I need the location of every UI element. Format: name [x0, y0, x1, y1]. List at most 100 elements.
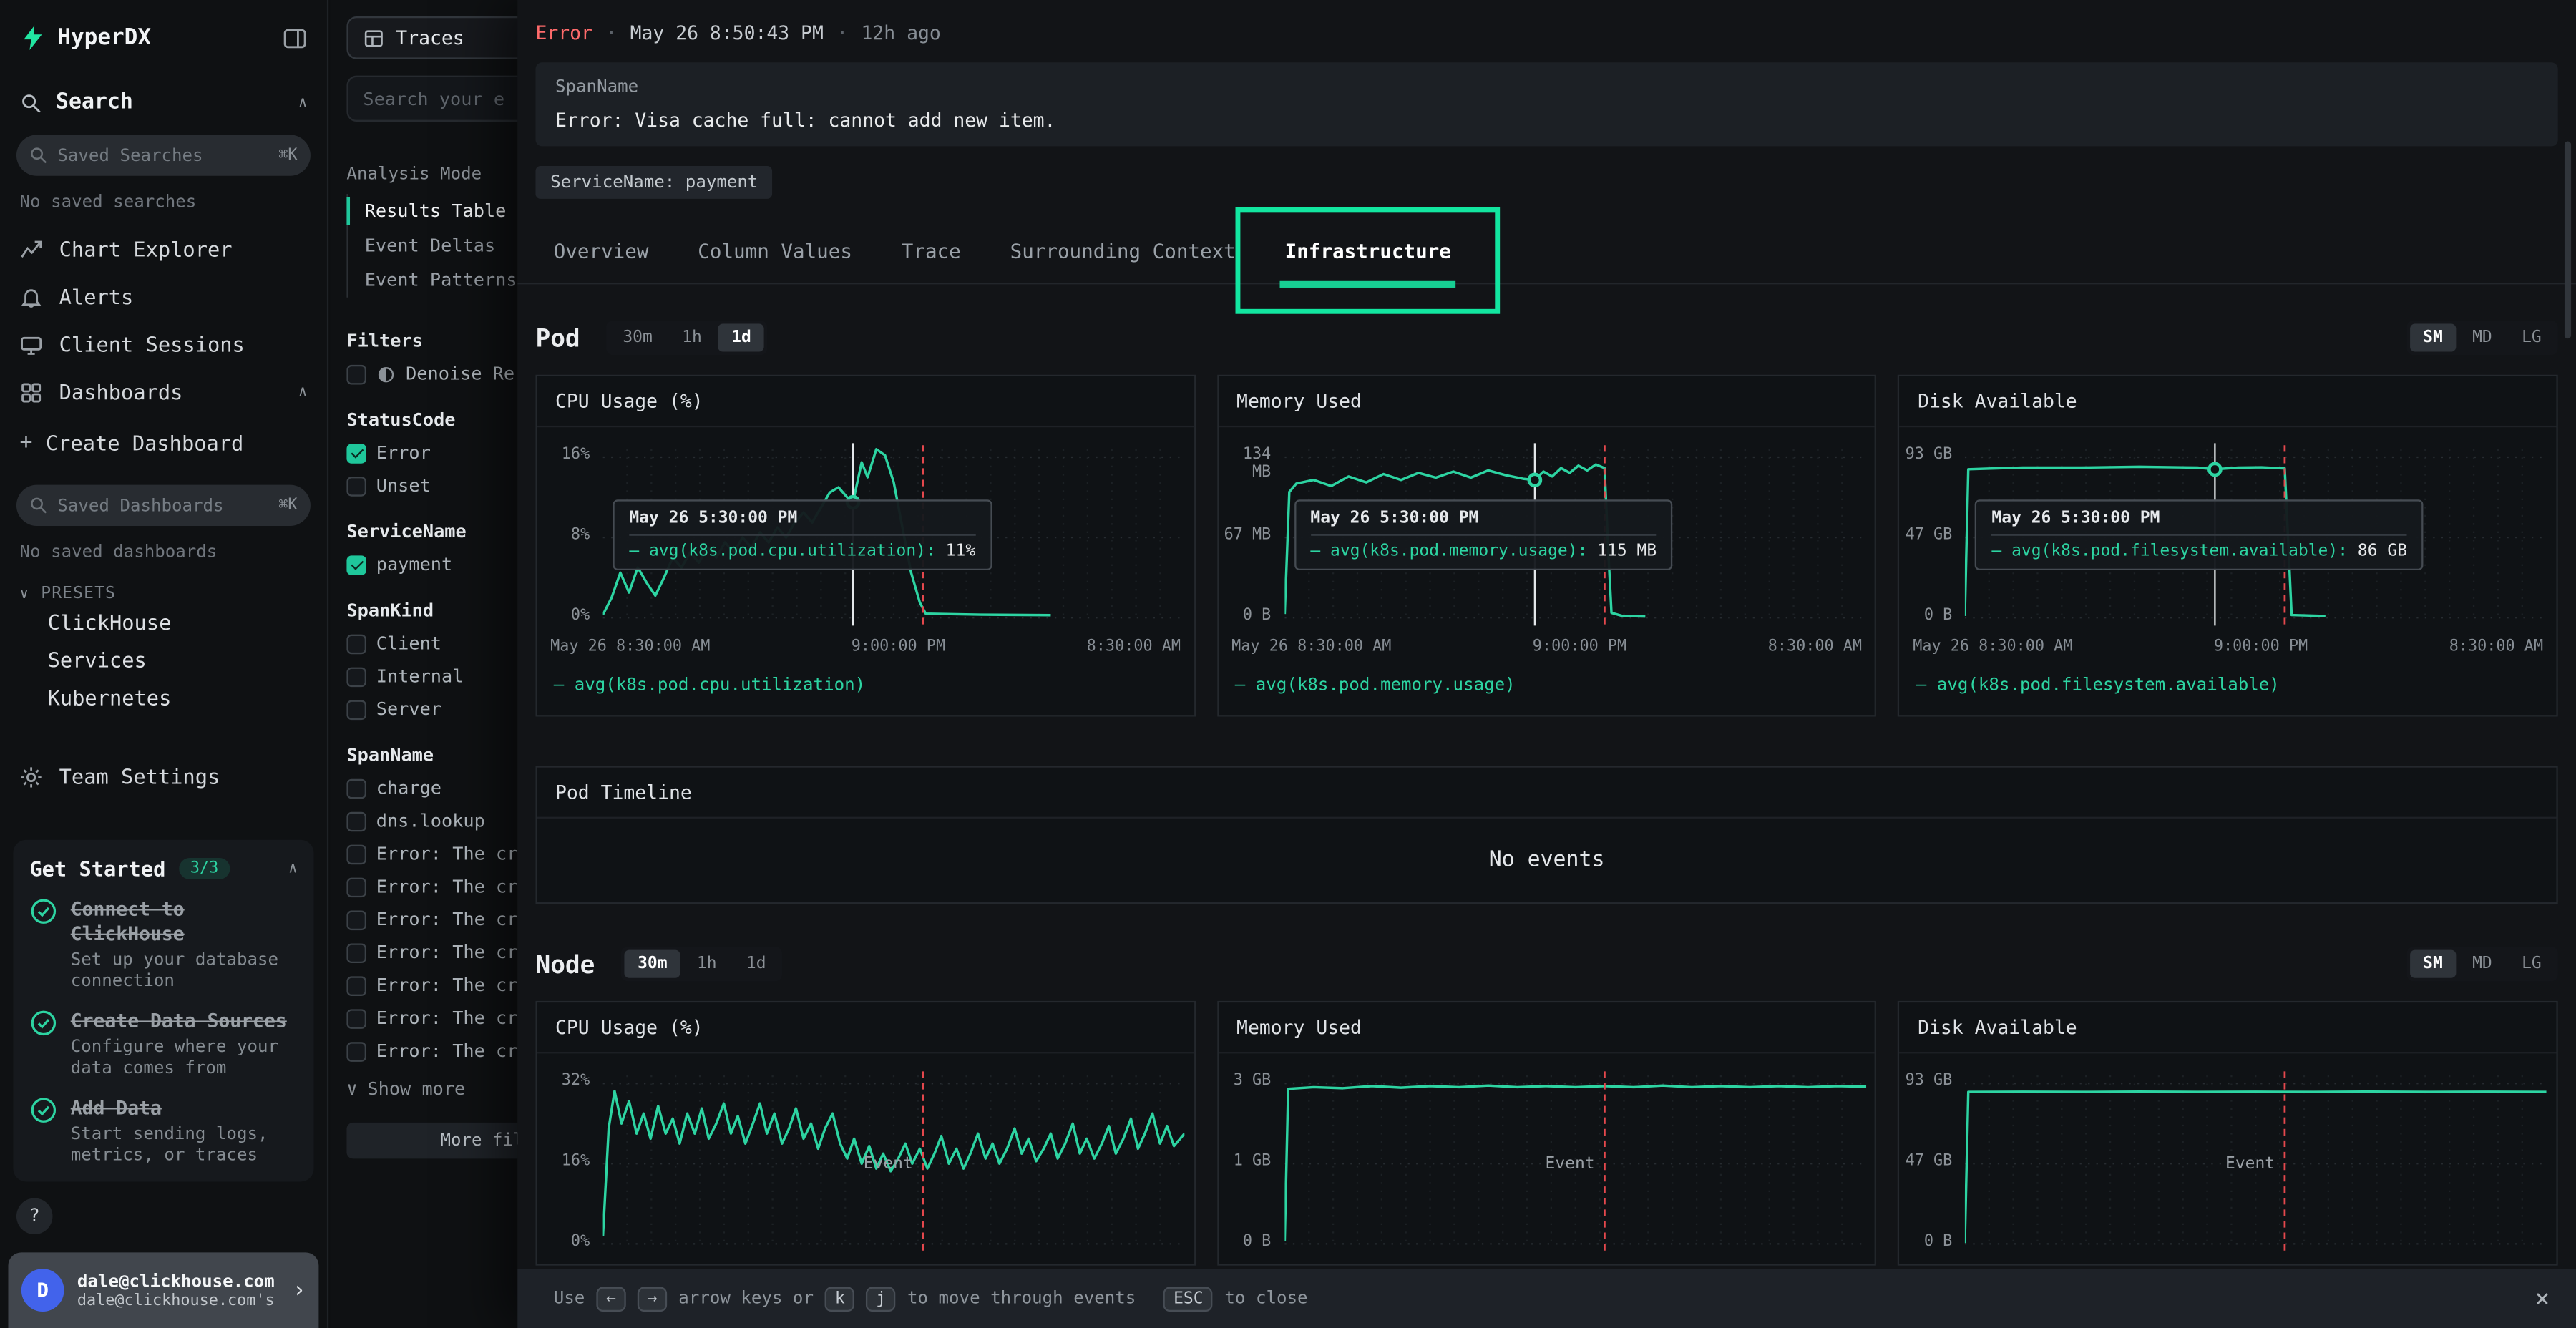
user-menu[interactable]: D dale@clickhouse.com dale@clickhouse.co… — [8, 1252, 318, 1328]
pod-size-group: SM MD LG — [2406, 321, 2558, 355]
sidebar-item-alerts[interactable]: Alerts — [0, 273, 327, 321]
range-30m-button[interactable]: 30m — [610, 324, 665, 352]
saved-dashboards-field[interactable] — [57, 496, 268, 516]
checkbox-checked-icon[interactable] — [346, 555, 366, 575]
checkbox-icon[interactable] — [346, 778, 366, 799]
y-axis-tick: 8% — [537, 527, 590, 545]
y-axis-tick: 16% — [537, 447, 590, 465]
no-saved-searches-note: No saved searches — [20, 192, 308, 213]
checkbox-icon[interactable] — [346, 476, 366, 496]
x-axis-tick: 8:30:00 AM — [2449, 638, 2543, 655]
checkbox-icon[interactable] — [346, 909, 366, 929]
search-icon — [29, 146, 47, 164]
chevron-right-icon: › — [293, 1278, 306, 1302]
get-started-item[interactable]: Create Data Sources Configure where your… — [29, 1010, 297, 1080]
tab-column-values[interactable]: Column Values — [698, 219, 852, 283]
active-tab-underline — [1280, 281, 1456, 288]
checkbox-checked-icon[interactable] — [346, 443, 366, 463]
create-dashboard-button[interactable]: + Create Dashboard — [0, 419, 327, 465]
help-button[interactable]: ? — [16, 1197, 53, 1234]
sidebar-item-dashboards[interactable]: Dashboards ∧ — [0, 368, 327, 416]
saved-dashboards-input[interactable]: ⌘K — [16, 485, 311, 526]
chevron-up-icon[interactable]: ∧ — [298, 94, 307, 111]
size-lg-button[interactable]: LG — [2509, 950, 2555, 978]
trace-detail-drawer: Error · May 26 8:50:43 PM · 12h ago Span… — [517, 0, 2576, 1328]
size-lg-button[interactable]: LG — [2509, 324, 2555, 352]
y-axis-tick: 1 GB — [1219, 1153, 1271, 1171]
checkbox-icon[interactable] — [346, 844, 366, 864]
get-started-card: Get Started 3/3 ∧ Connect to ClickHouse … — [13, 840, 313, 1181]
range-1h-button[interactable]: 1h — [669, 324, 715, 352]
chart-title: Memory Used — [1219, 1002, 1875, 1053]
bell-icon — [20, 285, 43, 308]
presets-toggle[interactable]: ∨ PRESETS — [20, 585, 308, 603]
chart-card-pod-memory: Memory Used 134 MB 67 MB 0 B May 26 5:30… — [1217, 375, 1877, 717]
preset-services[interactable]: Services — [0, 641, 327, 679]
collapse-sidebar-icon[interactable] — [283, 26, 307, 50]
y-axis-tick: 32% — [537, 1073, 590, 1091]
saved-searches-input[interactable]: ⌘K — [16, 135, 311, 175]
checkbox-icon[interactable] — [346, 975, 366, 995]
get-started-item[interactable]: Add Data Start sending logs, metrics, or… — [29, 1097, 297, 1168]
close-drawer-icon[interactable]: × — [2535, 1284, 2550, 1313]
node-size-group: SM MD LG — [2406, 947, 2558, 981]
sidebar-item-chart-explorer[interactable]: Chart Explorer — [0, 225, 327, 273]
y-axis-tick: 0 B — [1219, 607, 1271, 625]
pod-range-group: 30m 1h 1d — [606, 321, 767, 355]
sidebar-item-client-sessions[interactable]: Client Sessions — [0, 321, 327, 368]
size-md-button[interactable]: MD — [2459, 950, 2505, 978]
range-1d-button[interactable]: 1d — [733, 950, 779, 978]
preset-kubernetes[interactable]: Kubernetes — [0, 679, 327, 717]
line-chart-node-cpu[interactable]: Event — [603, 1063, 1184, 1264]
x-axis-tick: 8:30:00 AM — [1087, 638, 1181, 655]
line-chart-node-memory[interactable]: Event — [1284, 1063, 1865, 1264]
checkbox-icon[interactable] — [346, 699, 366, 719]
range-1h-button[interactable]: 1h — [684, 950, 730, 978]
checkbox-icon[interactable] — [346, 942, 366, 962]
checkbox-icon[interactable] — [346, 666, 366, 686]
keyboard-hints-bar: Use ← → arrow keys or k j to move throug… — [517, 1269, 2576, 1328]
j-key: j — [867, 1286, 896, 1310]
checkbox-icon[interactable] — [346, 877, 366, 897]
chevron-down-icon: ∨ — [346, 1078, 357, 1100]
event-timestamp: May 26 8:50:43 PM — [630, 21, 824, 44]
size-md-button[interactable]: MD — [2459, 324, 2505, 352]
x-axis-tick: 8:30:00 AM — [1768, 638, 1862, 655]
checkbox-icon[interactable] — [346, 364, 366, 384]
checkbox-icon[interactable] — [346, 633, 366, 653]
svg-text:Event: Event — [1545, 1154, 1594, 1173]
cmd-k-shortcut: ⌘K — [278, 146, 297, 164]
chart-title: CPU Usage (%) — [537, 376, 1194, 427]
tab-trace[interactable]: Trace — [902, 219, 961, 283]
saved-searches-field[interactable] — [57, 145, 268, 165]
node-section-title: Node — [535, 949, 595, 979]
user-team: dale@clickhouse.com's — [77, 1291, 280, 1309]
checkbox-icon[interactable] — [346, 811, 366, 831]
range-30m-button[interactable]: 30m — [625, 950, 680, 978]
get-started-item[interactable]: Connect to ClickHouse Set up your databa… — [29, 897, 297, 993]
size-sm-button[interactable]: SM — [2410, 950, 2456, 978]
search-section-header[interactable]: Search ∧ — [20, 90, 308, 114]
sidebar-item-team-settings[interactable]: Team Settings — [0, 753, 327, 801]
chevron-up-icon[interactable]: ∧ — [298, 384, 307, 400]
checkbox-icon[interactable] — [346, 1041, 366, 1061]
chevron-up-icon[interactable]: ∧ — [288, 860, 297, 877]
preset-clickhouse[interactable]: ClickHouse — [0, 603, 327, 641]
scrollbar-thumb[interactable] — [2565, 142, 2571, 339]
chart-title: Memory Used — [1219, 376, 1875, 427]
tab-surrounding-context[interactable]: Surrounding Context — [1010, 219, 1236, 283]
checkbox-icon[interactable] — [346, 1008, 366, 1028]
service-name-chip[interactable]: ServiceName: payment — [535, 166, 773, 199]
user-email: dale@clickhouse.com — [77, 1271, 280, 1292]
chevron-down-icon: ∨ — [20, 586, 30, 602]
chart-tooltip: May 26 5:30:00 PM — avg(k8s.pod.cpu.util… — [613, 499, 992, 570]
range-1d-button[interactable]: 1d — [718, 324, 764, 352]
tab-overview[interactable]: Overview — [554, 219, 649, 283]
size-sm-button[interactable]: SM — [2410, 324, 2456, 352]
x-axis-tick: 9:00:00 PM — [2214, 638, 2308, 655]
chart-tooltip: May 26 5:30:00 PM — avg(k8s.pod.memory.u… — [1294, 499, 1673, 570]
chart-card-node-disk: Disk Available 93 GB 47 GB 0 B Event — [1898, 1001, 2558, 1266]
tab-infrastructure[interactable]: Infrastructure — [1285, 219, 1451, 283]
chart-legend: — avg(k8s.pod.memory.usage) — [1219, 663, 1875, 716]
line-chart-node-disk[interactable]: Event — [1966, 1063, 2547, 1264]
